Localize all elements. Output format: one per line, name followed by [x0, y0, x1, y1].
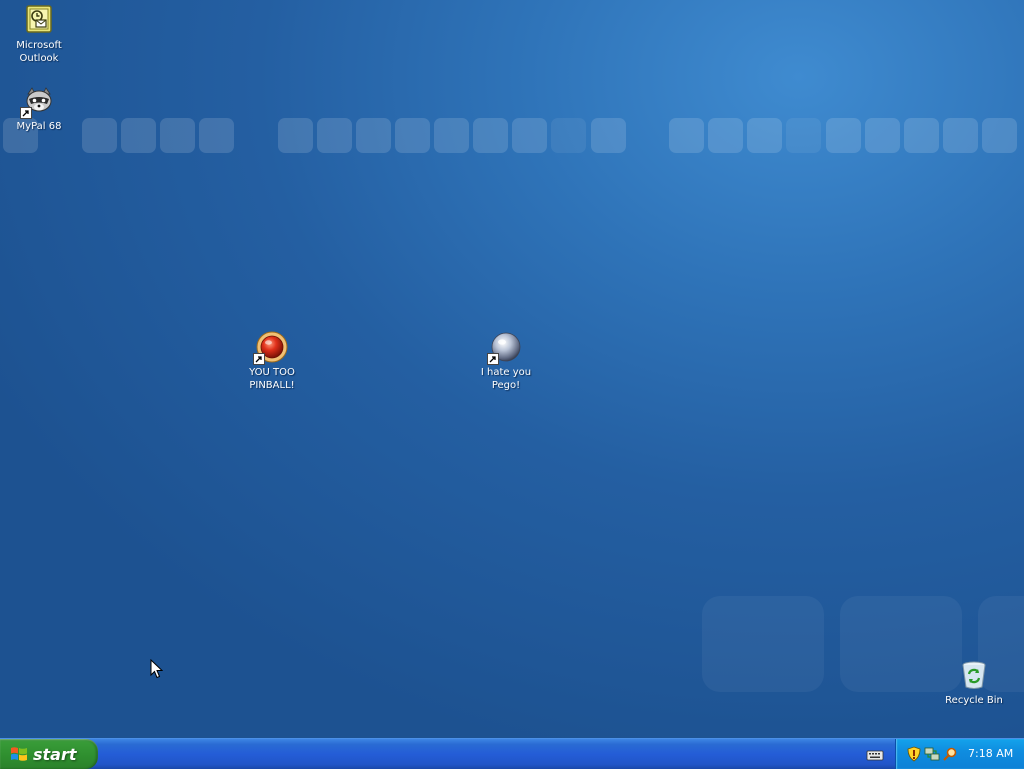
windows-logo-icon: [11, 747, 27, 761]
start-button[interactable]: start: [0, 739, 98, 769]
search-icon[interactable]: [942, 746, 958, 762]
desktop-icon-label: MyPal 68: [16, 121, 62, 132]
desktop-icon-mypal[interactable]: MyPal 68: [1, 85, 77, 133]
system-tray: 7:18 AM: [895, 739, 1024, 769]
desktop[interactable]: Microsoft Outlook MyPal 68 YOU TOO PINBA…: [0, 0, 1024, 738]
desktop-icon-outlook[interactable]: Microsoft Outlook: [1, 4, 77, 65]
raccoon-icon: [20, 85, 55, 119]
silver-ball-icon: [487, 331, 522, 365]
taskbar: start 7:18 AM: [0, 738, 1024, 769]
desktop-icon-label: YOU TOO PINBALL!: [249, 367, 295, 391]
outlook-icon: [23, 4, 55, 36]
security-shield-icon[interactable]: [906, 746, 922, 762]
keyboard-icon[interactable]: [866, 747, 884, 761]
shortcut-arrow-icon: [487, 353, 499, 365]
desktop-icon-label: Recycle Bin: [945, 695, 1003, 706]
desktop-icon-you-too-pinball[interactable]: YOU TOO PINBALL!: [234, 331, 310, 392]
desktop-icon-label: Microsoft Outlook: [16, 40, 62, 64]
red-ball-icon: [253, 331, 288, 365]
shortcut-arrow-icon: [253, 353, 265, 365]
desktop-icon-i-hate-you-pego[interactable]: I hate you Pego!: [468, 331, 544, 392]
desktop-icon-recycle-bin[interactable]: Recycle Bin: [936, 659, 1012, 707]
network-icon[interactable]: [924, 746, 940, 762]
start-label: start: [33, 744, 77, 764]
clock[interactable]: 7:18 AM: [968, 747, 1013, 760]
mouse-pointer-icon: [150, 658, 164, 679]
desktop-icon-label: I hate you Pego!: [480, 367, 532, 391]
recycle-bin-icon: [958, 659, 990, 691]
shortcut-arrow-icon: [20, 107, 32, 119]
